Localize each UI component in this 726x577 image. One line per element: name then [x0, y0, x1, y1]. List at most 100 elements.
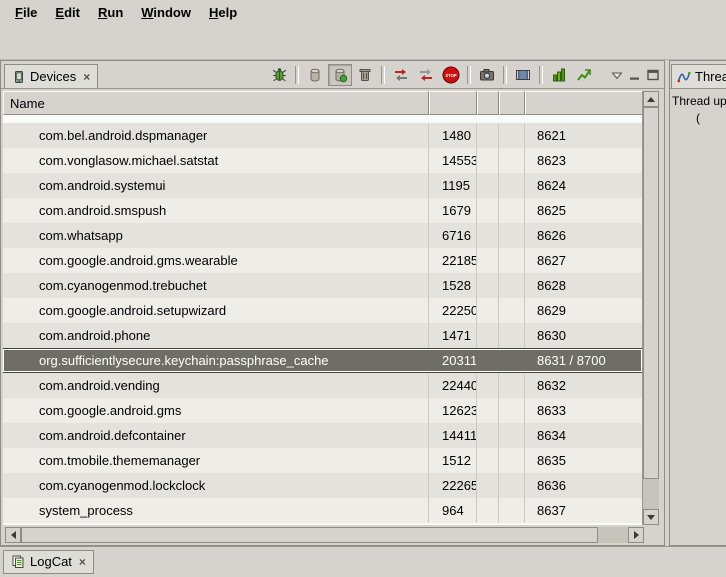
stop-process-button[interactable]: STOP — [439, 64, 463, 86]
update-heap-button[interactable] — [303, 64, 327, 86]
svg-text:STOP: STOP — [445, 73, 457, 78]
maximize-button[interactable] — [644, 66, 661, 83]
column-header-2[interactable] — [477, 91, 499, 115]
screen-capture-button[interactable] — [475, 64, 499, 86]
menu-window[interactable]: Window — [132, 2, 200, 24]
close-icon[interactable]: × — [79, 556, 86, 568]
table-row[interactable]: system_process 964 8637 — [3, 498, 642, 523]
tab-logcat-label: LogCat — [30, 554, 72, 569]
dump-hprof-button[interactable] — [328, 64, 352, 86]
row-name: com.bel.android.dspmanager — [3, 123, 429, 148]
table-row[interactable]: com.whatsapp 6716 8626 — [3, 223, 642, 248]
toolbar-separator — [381, 66, 385, 84]
row-pid: 12623 — [429, 398, 477, 423]
table-row[interactable]: com.google.android.setupwizard 22250 862… — [3, 298, 642, 323]
scroll-left-button[interactable] — [5, 527, 21, 543]
row-pid: 22265 — [429, 473, 477, 498]
view-menu-button[interactable] — [608, 66, 625, 83]
cause-gc-button[interactable] — [353, 64, 377, 86]
horizontal-scrollbar[interactable] — [5, 527, 644, 543]
menu-edit[interactable]: Edit — [46, 2, 89, 24]
table-row[interactable]: com.android.systemui 1195 8624 — [3, 173, 642, 198]
table-row[interactable]: com.bel.android.dspmanager 1480 8621 — [3, 123, 642, 148]
row-name: com.cyanogenmod.lockclock — [3, 473, 429, 498]
row-port: 8632 — [525, 373, 642, 398]
row-empty-cell — [477, 198, 499, 223]
update-threads-button[interactable] — [389, 64, 413, 86]
threads-panel: Threads Thread up ( — [669, 60, 726, 546]
scroll-right-button[interactable] — [628, 527, 644, 543]
row-empty-cell — [477, 173, 499, 198]
table-row[interactable]: com.android.smspush 1679 8625 — [3, 198, 642, 223]
row-empty-cell — [499, 173, 525, 198]
table-row[interactable]: com.android.phone 1471 8630 — [3, 323, 642, 348]
column-header-port[interactable] — [525, 91, 642, 115]
logcat-icon — [11, 555, 26, 569]
column-header-pid[interactable] — [429, 91, 477, 115]
row-empty-cell — [499, 349, 525, 372]
table-header: Name — [3, 91, 642, 115]
system-info-button[interactable] — [547, 64, 571, 86]
vertical-scrollbar-track[interactable] — [643, 479, 659, 509]
vertical-scrollbar[interactable] — [642, 91, 659, 525]
row-empty-cell — [477, 448, 499, 473]
main-toolbar — [0, 26, 726, 60]
toolbar-separator — [467, 66, 471, 84]
device-icon — [12, 70, 26, 84]
row-name: com.google.android.gms.wearable — [3, 248, 429, 273]
row-empty-cell — [499, 498, 525, 523]
tab-logcat[interactable]: LogCat × — [3, 550, 94, 574]
row-pid: 20311 — [429, 349, 477, 372]
menu-run[interactable]: Run — [89, 2, 132, 24]
row-port: 8625 — [525, 198, 642, 223]
stop-threads-button[interactable] — [414, 64, 438, 86]
table-row[interactable]: com.cyanogenmod.trebuchet 1528 8628 — [3, 273, 642, 298]
table-row[interactable]: com.google.android.gms 12623 8633 — [3, 398, 642, 423]
threads-message-line1: Thread up — [672, 93, 724, 110]
tab-devices[interactable]: Devices × — [4, 64, 98, 88]
row-empty-cell — [499, 373, 525, 398]
row-name: com.whatsapp — [3, 223, 429, 248]
tab-devices-label: Devices — [30, 69, 76, 84]
close-icon[interactable]: × — [83, 71, 90, 83]
bottom-bar: LogCat × — [0, 546, 726, 576]
method-profiling-button[interactable] — [572, 64, 596, 86]
screen-record-button[interactable] — [511, 64, 535, 86]
table-row[interactable]: com.vonglasow.michael.satstat 14553 8623 — [3, 148, 642, 173]
row-empty-cell — [499, 248, 525, 273]
row-port: 8629 — [525, 298, 642, 323]
scroll-up-button[interactable] — [643, 91, 659, 107]
vertical-scrollbar-thumb[interactable] — [643, 107, 659, 479]
table-row[interactable]: com.android.vending 22440 8632 — [3, 373, 642, 398]
arrow-left-icon — [11, 531, 16, 539]
table-row[interactable]: org.sufficientlysecure.keychain:passphra… — [3, 348, 642, 373]
horizontal-scrollbar-track[interactable] — [598, 527, 628, 543]
threads-icon — [677, 70, 691, 84]
minimize-button[interactable] — [626, 66, 643, 83]
device-table-rows: com.bel.android.dspmanager 1480 8621 com… — [3, 115, 642, 525]
row-pid: 1195 — [429, 173, 477, 198]
main-area: Devices × STOP Name c — [0, 60, 726, 546]
scroll-down-button[interactable] — [643, 509, 659, 525]
menubar: FileEditRunWindowHelp — [0, 0, 726, 26]
table-row[interactable]: com.android.defcontainer 14411 8634 — [3, 423, 642, 448]
table-row[interactable]: com.cyanogenmod.lockclock 22265 8636 — [3, 473, 642, 498]
row-port: 8621 — [525, 123, 642, 148]
row-name: com.tmobile.thememanager — [3, 448, 429, 473]
table-row[interactable]: com.tmobile.thememanager 1512 8635 — [3, 448, 642, 473]
column-header-3[interactable] — [499, 91, 525, 115]
row-empty-cell — [499, 473, 525, 498]
menu-file[interactable]: File — [6, 2, 46, 24]
horizontal-scrollbar-thumb[interactable] — [21, 527, 598, 543]
toolbar-separator — [503, 66, 507, 84]
tab-threads[interactable]: Threads — [671, 64, 726, 88]
debug-process-button[interactable] — [267, 64, 291, 86]
row-port: 8624 — [525, 173, 642, 198]
menu-help[interactable]: Help — [200, 2, 246, 24]
row-name: com.android.defcontainer — [3, 423, 429, 448]
row-empty-cell — [499, 223, 525, 248]
column-header-name[interactable]: Name — [3, 91, 429, 115]
row-pid: 22250 — [429, 298, 477, 323]
row-port: 8635 — [525, 448, 642, 473]
table-row[interactable]: com.google.android.gms.wearable 22185 86… — [3, 248, 642, 273]
